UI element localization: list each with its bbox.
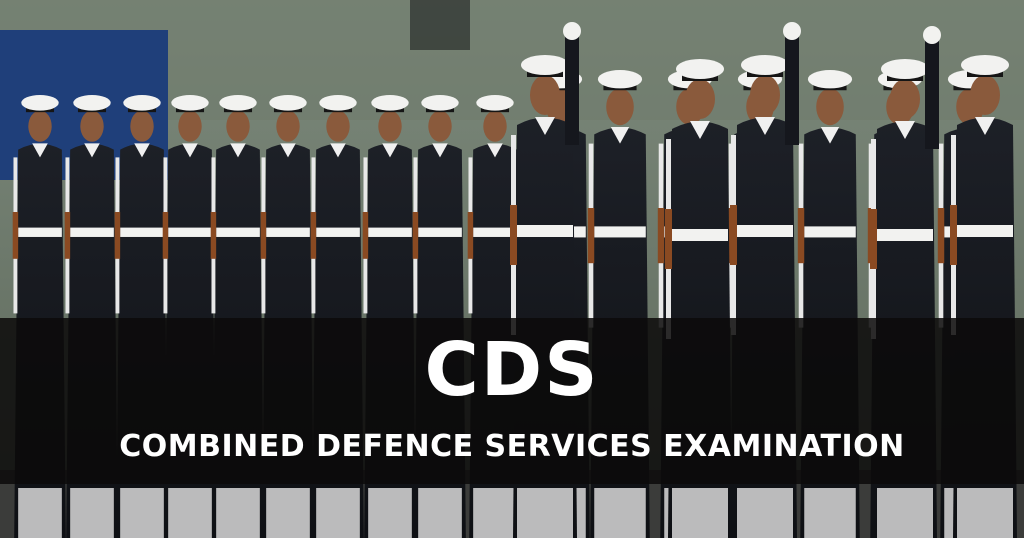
banner-title: CDS <box>424 327 600 413</box>
banner-subtitle: COMBINED DEFENCE SERVICES EXAMINATION <box>119 429 905 464</box>
